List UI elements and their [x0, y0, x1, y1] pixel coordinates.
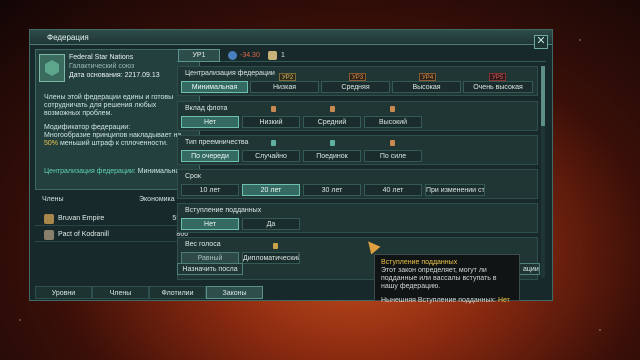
envoy-icon	[268, 51, 277, 60]
tab-fleets[interactable]: Флотилии	[149, 286, 206, 299]
modifier-text: Многообразие принципов накладывает на 50…	[44, 132, 182, 147]
window-title: Федерация	[47, 33, 89, 42]
law-fleet-contribution: Вклад флота Нет Низкий Средний Высокий	[177, 101, 538, 131]
tooltip: Вступление подданных Этот закон определя…	[374, 254, 520, 304]
tooltip-body: Этот закон определяет, могут ли подданны…	[381, 267, 497, 290]
empire-flag-icon	[44, 230, 54, 240]
federation-name: Federal Star Nations	[69, 54, 134, 61]
members-column-header[interactable]: Члены	[42, 196, 64, 203]
option-rotation[interactable]: По очереди	[181, 150, 239, 162]
law-centralization: Централизация федерации УР2 УР3 УР4 УР5 …	[177, 66, 538, 96]
lock-icon	[390, 106, 395, 112]
option-40-years[interactable]: 40 лет	[364, 184, 422, 196]
option-no[interactable]: Нет	[181, 218, 239, 230]
option-high[interactable]: Высокая	[392, 81, 461, 93]
lock-icon	[330, 106, 335, 112]
law-label: Тип преемничества	[185, 139, 249, 146]
laws-panel: УР1 -34.30 1 Централизация федерации УР2…	[176, 48, 546, 280]
option-very-high[interactable]: Очень высокая	[463, 81, 533, 93]
empire-flag-icon	[44, 214, 54, 224]
law-label: Вклад флота	[185, 105, 228, 112]
federation-description: Члены этой федерации едины и готовы сотр…	[44, 94, 174, 117]
option-challenge[interactable]: Поединок	[303, 150, 361, 162]
tooltip-title: Вступление подданных	[381, 259, 458, 266]
scrollbar-thumb[interactable]	[541, 66, 545, 126]
levels-bar: УР1 -34.30 1	[176, 48, 546, 62]
lock-icon	[271, 106, 276, 112]
option-high[interactable]: Высокий	[364, 116, 422, 128]
influence-icon	[228, 51, 237, 60]
option-medium[interactable]: Средняя	[321, 81, 390, 93]
law-label: Централизация федерации	[185, 70, 275, 77]
lock-icon	[330, 140, 335, 146]
option-strength[interactable]: По силе	[364, 150, 422, 162]
economy-column-header[interactable]: Экономика	[139, 196, 175, 203]
option-random[interactable]: Случайно	[242, 150, 300, 162]
law-subject-joining: Вступление подданных Нет Да	[177, 203, 538, 233]
assign-envoy-button[interactable]: Назначить посла	[177, 263, 243, 275]
option-low[interactable]: Низкая	[250, 81, 319, 93]
option-diplomatic[interactable]: Дипломатический	[242, 252, 300, 264]
option-minimal[interactable]: Минимальная	[181, 81, 248, 93]
member-name: Bruvan Empire	[58, 215, 105, 222]
tooltip-current: Нынешняя Вступление подданных: Нет	[381, 297, 510, 304]
lock-icon	[273, 243, 278, 249]
law-term: Срок 10 лет 20 лет 30 лет 40 лет При изм…	[177, 169, 538, 199]
level-badge: УР4	[419, 73, 437, 81]
modifier-title: Модификатор федерации:	[44, 124, 131, 131]
option-20-years[interactable]: 20 лет	[242, 184, 300, 196]
law-succession-type: Тип преемничества По очереди Случайно По…	[177, 135, 538, 165]
federation-type: Галактический союз	[69, 63, 135, 70]
envoy-count: 1	[281, 52, 285, 59]
federation-founded: Дата основания: 2217.09.13	[69, 72, 160, 79]
member-name: Pact of Kodranill	[58, 231, 109, 238]
option-none[interactable]: Нет	[181, 116, 239, 128]
option-medium[interactable]: Средний	[303, 116, 361, 128]
tab-levels[interactable]: Уровни	[35, 286, 92, 299]
law-label: Вступление подданных	[185, 207, 262, 214]
lock-icon	[390, 140, 395, 146]
close-icon[interactable]: ✕	[534, 35, 548, 49]
option-yes[interactable]: Да	[242, 218, 300, 230]
option-low[interactable]: Низкий	[242, 116, 300, 128]
law-label: Вес голоса	[185, 241, 221, 248]
centralization-status: Централизация федерации: Минимальная	[44, 168, 184, 175]
level-badge: УР2	[279, 73, 297, 81]
option-30-years[interactable]: 30 лет	[303, 184, 361, 196]
level-badge: УР5	[489, 73, 507, 81]
influence-value: -34.30	[240, 52, 260, 59]
lock-icon	[271, 140, 276, 146]
tab-level-1[interactable]: УР1	[178, 49, 220, 62]
level-badge: УР3	[349, 73, 367, 81]
option-10-years[interactable]: 10 лет	[181, 184, 239, 196]
tab-laws[interactable]: Законы	[206, 286, 263, 299]
bottom-tabs: Уровни Члены Флотилии Законы	[35, 286, 265, 299]
option-on-status-change[interactable]: При изменении стату	[425, 184, 485, 196]
federation-emblem-icon	[39, 54, 65, 82]
tab-members[interactable]: Члены	[92, 286, 149, 299]
title-bar: Федерация	[30, 30, 552, 45]
law-label: Срок	[185, 173, 201, 180]
